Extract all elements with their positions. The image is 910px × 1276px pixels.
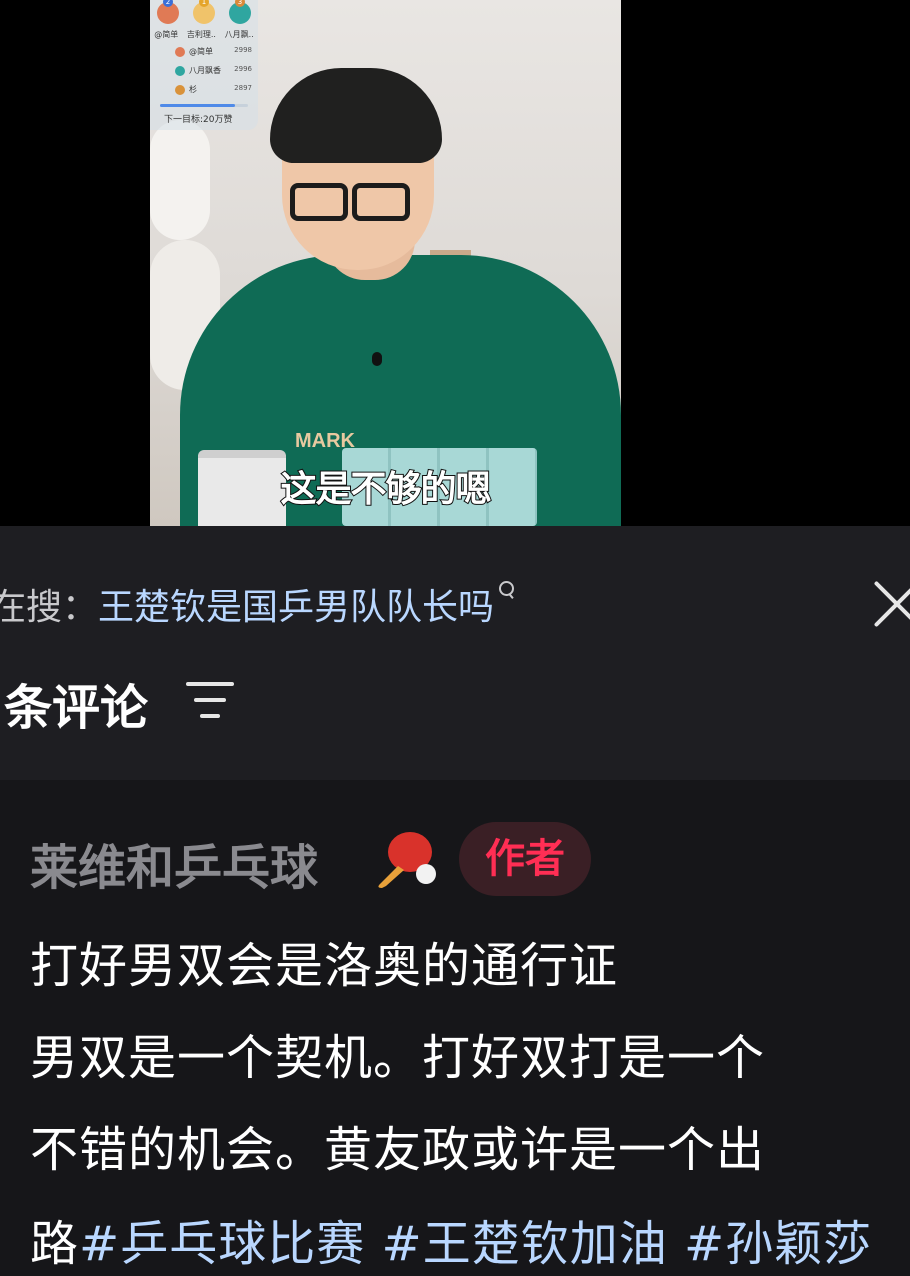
- search-prefix: 在搜：: [0, 587, 99, 628]
- user-avatar: [175, 66, 185, 76]
- leaderboard-row-score: 2996: [234, 65, 252, 73]
- leaderboard-avatar[interactable]: 2: [157, 0, 179, 24]
- leaderboard-row-name: 八月飘香: [189, 66, 221, 75]
- author-badge: 作者: [459, 822, 591, 896]
- leaderboard-top3: 2 1 3: [150, 0, 258, 24]
- hashtag-link[interactable]: #乒乓球比赛: [79, 1216, 365, 1272]
- leaderboard-row-score: 2897: [234, 84, 252, 92]
- leaderboard-row-score: 2998: [234, 46, 252, 54]
- leaderboard-row[interactable]: @简单 2998: [150, 45, 258, 59]
- hashtag-link[interactable]: #孙颖莎: [684, 1216, 872, 1272]
- search-icon: [496, 581, 518, 603]
- leaderboard-name: @简单: [154, 30, 179, 39]
- ping-pong-icon: [378, 832, 436, 888]
- comment-text-line: 打好男双会是洛奥的通行证: [30, 938, 619, 994]
- comment-text-line: 男双是一个契机。打好双打是一个: [30, 1030, 766, 1086]
- leaderboard-progress-bar: [160, 104, 248, 107]
- leaderboard-top3-names: @简单 吉利理.. 八月飘..: [150, 29, 258, 40]
- close-icon[interactable]: [866, 578, 910, 630]
- leaderboard-avatar[interactable]: 3: [229, 0, 251, 24]
- glasses-right: [352, 183, 410, 221]
- leaderboard-goal: 下一目标:20万赞: [164, 115, 233, 125]
- rank-badge: 2: [163, 0, 173, 7]
- comment-sheet-header: [0, 526, 910, 780]
- rank-badge: 1: [199, 0, 209, 7]
- glasses-left: [290, 183, 348, 221]
- lamp-decoration: [150, 120, 210, 240]
- comment-count-title: 条评论: [4, 680, 149, 736]
- video-player[interactable]: MARK 2 1 3 @简单 吉利理.. 八月飘.. @简单 2998 八月飘香…: [0, 0, 910, 526]
- rank-badge: 3: [235, 0, 245, 7]
- hashtag-link[interactable]: #王楚钦加油: [382, 1216, 668, 1272]
- search-query[interactable]: 王楚钦是国乒男队队长吗: [98, 587, 494, 628]
- live-leaderboard[interactable]: 2 1 3 @简单 吉利理.. 八月飘.. @简单 2998 八月飘香 2996: [150, 0, 258, 130]
- leaderboard-name: 八月飘..: [224, 30, 254, 39]
- comment-text-line: 不错的机会。黄友政或许是一个出: [30, 1122, 766, 1178]
- leaderboard-name: 吉利理..: [186, 30, 216, 39]
- leaderboard-row[interactable]: 杉 2897: [150, 83, 258, 97]
- lapel-mic-icon: [372, 352, 382, 366]
- comment-text-line: 路#乒乓球比赛 #王楚钦加油 #孙颖莎: [30, 1204, 872, 1274]
- comment-username[interactable]: 莱维和乒乓球: [30, 828, 318, 898]
- user-avatar: [175, 47, 185, 57]
- comment-text: 路: [30, 1216, 80, 1272]
- leaderboard-avatar[interactable]: 1: [193, 0, 215, 24]
- leaderboard-row-name: 杉: [189, 85, 197, 94]
- leaderboard-row-name: @简单: [189, 47, 213, 56]
- leaderboard-row[interactable]: 八月飘香 2996: [150, 64, 258, 78]
- leaderboard-progress-fill: [160, 104, 235, 107]
- search-suggestion[interactable]: 在搜：王楚钦是国乒男队队长吗: [0, 578, 518, 630]
- sort-filter-icon[interactable]: [186, 682, 234, 720]
- video-subtitle: 这是不够的嗯: [279, 468, 492, 511]
- user-avatar: [175, 85, 185, 95]
